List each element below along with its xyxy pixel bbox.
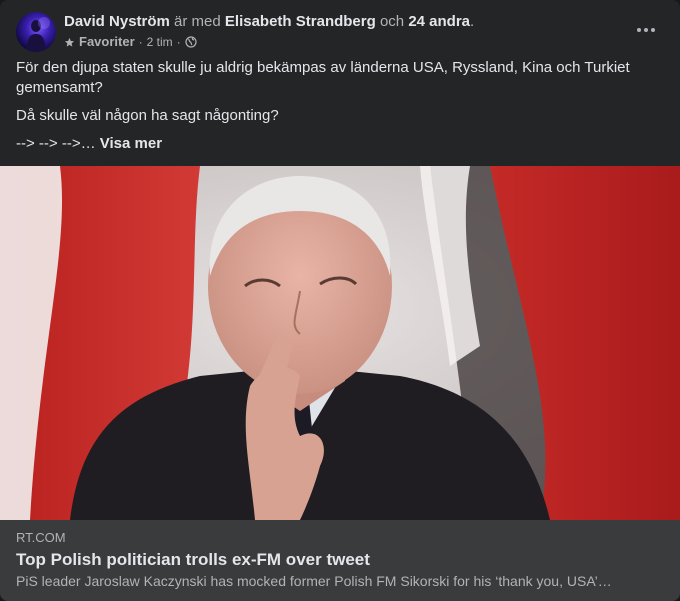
post-paragraph-1: För den djupa staten skulle ju aldrig be…	[16, 59, 630, 96]
link-title[interactable]: Top Polish politician trolls ex-FM over …	[16, 550, 370, 570]
globe-icon[interactable]	[185, 36, 197, 48]
author-name[interactable]: David Nyström	[64, 13, 170, 30]
post-text: För den djupa staten skulle ju aldrig be…	[16, 58, 664, 162]
author-line: David Nyström är med Elisabeth Strandber…	[64, 12, 624, 32]
with-text: är med	[174, 13, 221, 30]
author-avatar[interactable]	[16, 12, 56, 52]
dot	[644, 28, 648, 32]
more-options-icon[interactable]	[628, 16, 664, 44]
post-subline: Favoriter · 2 tim ·	[64, 34, 624, 50]
tagged-person[interactable]: Elisabeth Strandberg	[225, 13, 376, 30]
post-header: David Nyström är med Elisabeth Strandber…	[16, 12, 664, 52]
star-icon	[64, 37, 75, 47]
link-domain: RT.COM	[16, 530, 66, 545]
preview-photo	[0, 166, 680, 520]
period-text: .	[470, 13, 475, 30]
dot	[651, 28, 655, 32]
and-text: och	[379, 13, 405, 30]
post-card: David Nyström är med Elisabeth Strandber…	[0, 0, 680, 601]
link-preview-info[interactable]: RT.COM Top Polish politician trolls ex-F…	[0, 520, 680, 601]
arrows-text: --> --> -->…	[16, 135, 96, 152]
link-description: PiS leader Jaroslaw Kaczynski has mocked…	[16, 573, 612, 589]
post-time[interactable]: 2 tim	[147, 34, 173, 50]
post-meta: David Nyström är med Elisabeth Strandber…	[64, 12, 624, 50]
post-paragraph-3: --> --> -->… Visa mer	[16, 134, 664, 154]
see-more-link[interactable]: Visa mer	[100, 135, 162, 152]
favorites-label[interactable]: Favoriter	[79, 34, 135, 50]
avatar-image	[26, 17, 50, 52]
dot	[637, 28, 641, 32]
post-paragraph-2: Då skulle väl någon ha sagt någonting?	[16, 107, 279, 124]
link-preview-image[interactable]	[0, 166, 680, 520]
dot-separator: ·	[138, 35, 143, 49]
dot-separator-2: ·	[176, 35, 181, 49]
tagged-others[interactable]: 24 andra	[408, 13, 470, 30]
